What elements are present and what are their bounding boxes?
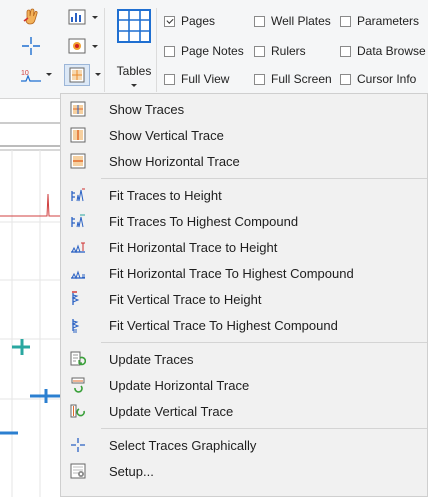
- show-horizontal-trace-icon: [69, 152, 87, 170]
- menu-item-label: Fit Vertical Trace To Highest Compound: [109, 317, 338, 333]
- menu-item-fit-traces-highest[interactable]: Fit Traces To Highest Compound: [61, 208, 427, 234]
- menu-item-label: Show Horizontal Trace: [109, 153, 240, 169]
- menu-item-show-horizontal-trace[interactable]: Show Horizontal Trace: [61, 148, 427, 174]
- data-browser-checkbox[interactable]: Data Browse: [340, 44, 426, 58]
- full-screen-checkbox[interactable]: Full Screen: [254, 72, 332, 86]
- chevron-down-icon[interactable]: [46, 73, 52, 76]
- menu-item-fit-horizontal-height[interactable]: Fit Horizontal Trace to Height: [61, 234, 427, 260]
- menu-item-label: Fit Traces to Height: [109, 187, 222, 203]
- ribbon-divider: [156, 8, 157, 92]
- traces-dropdown-menu: Show Traces Show Vertical Trace Show Hor…: [60, 93, 428, 497]
- checkbox-label: Pages: [181, 14, 216, 28]
- menu-item-fit-horizontal-highest[interactable]: Fit Horizontal Trace To Highest Compound: [61, 260, 427, 286]
- checkbox-label: Cursor Info: [357, 72, 417, 86]
- color-map-icon[interactable]: [67, 37, 87, 55]
- fit-horizontal-height-icon: [69, 238, 87, 256]
- menu-item-label: Setup...: [109, 463, 154, 479]
- menu-item-setup[interactable]: Setup...: [61, 458, 427, 484]
- menu-item-update-horizontal[interactable]: Update Horizontal Trace: [61, 372, 427, 398]
- crosshair-icon[interactable]: [20, 35, 42, 57]
- menu-item-label: Update Vertical Trace: [109, 403, 234, 419]
- menu-item-label: Show Traces: [109, 101, 185, 117]
- menu-item-label: Update Traces: [109, 351, 194, 367]
- fit-vertical-highest-icon: [69, 316, 87, 334]
- show-traces-icon: [69, 100, 87, 118]
- menu-item-show-vertical-trace[interactable]: Show Vertical Trace: [61, 122, 427, 148]
- update-traces-icon: [69, 350, 87, 368]
- checkbox-box[interactable]: [340, 15, 351, 27]
- show-vertical-trace-icon: [69, 126, 87, 144]
- update-vertical-icon: [69, 402, 87, 420]
- menu-item-label: Fit Vertical Trace to Height: [109, 291, 262, 307]
- chart-layout-icon[interactable]: [67, 8, 87, 26]
- page-notes-checkbox[interactable]: Page Notes: [164, 44, 244, 58]
- fit-traces-height-icon: [69, 186, 87, 204]
- menu-separator: [101, 428, 427, 429]
- menu-item-fit-vertical-height[interactable]: Fit Vertical Trace to Height: [61, 286, 427, 312]
- chevron-down-icon[interactable]: [92, 45, 98, 48]
- fit-horizontal-highest-icon: [69, 264, 87, 282]
- chevron-down-icon[interactable]: [95, 73, 101, 76]
- checkbox-box[interactable]: [254, 73, 265, 85]
- checkbox-box[interactable]: [164, 73, 175, 85]
- menu-separator: [101, 342, 427, 343]
- checkbox-label: Rulers: [271, 44, 306, 58]
- trace-view-visible-strip: [0, 122, 60, 497]
- tables-label: Tables: [116, 64, 152, 78]
- menu-item-label: Select Traces Graphically: [109, 437, 257, 453]
- app-window: 10 Tables Pages Well Plates Parameters P…: [0, 0, 428, 497]
- pan-hand-icon[interactable]: [20, 6, 42, 28]
- menu-item-label: Fit Horizontal Trace To Highest Compound: [109, 265, 354, 281]
- menu-item-label: Fit Horizontal Trace to Height: [109, 239, 278, 255]
- crosshair-icon: [69, 436, 87, 454]
- chevron-down-icon[interactable]: [92, 16, 98, 19]
- checkbox-box[interactable]: [340, 73, 351, 85]
- menu-item-fit-traces-height[interactable]: Fit Traces to Height: [61, 182, 427, 208]
- checkbox-label: Page Notes: [181, 44, 244, 58]
- menu-item-select-traces-graphically[interactable]: Select Traces Graphically: [61, 432, 427, 458]
- checkbox-box[interactable]: [164, 45, 175, 57]
- chevron-down-icon: [131, 84, 137, 87]
- checkbox-box[interactable]: [254, 15, 265, 27]
- checkbox-label: Full View: [181, 72, 230, 86]
- full-view-checkbox[interactable]: Full View: [164, 72, 229, 86]
- update-horizontal-icon: [69, 376, 87, 394]
- tables-button[interactable]: Tables: [111, 6, 157, 94]
- menu-item-show-traces[interactable]: Show Traces: [61, 96, 427, 122]
- fit-vertical-height-icon: [69, 290, 87, 308]
- checkbox-box[interactable]: [164, 15, 175, 27]
- menu-item-fit-vertical-highest[interactable]: Fit Vertical Trace To Highest Compound: [61, 312, 427, 338]
- menu-separator: [101, 178, 427, 179]
- menu-item-label: Show Vertical Trace: [109, 127, 224, 143]
- checkbox-label: Well Plates: [271, 14, 331, 28]
- menu-item-label: Update Horizontal Trace: [109, 377, 250, 393]
- traces-menu-button[interactable]: [64, 64, 101, 86]
- parameters-checkbox[interactable]: Parameters: [340, 14, 419, 28]
- well-plates-checkbox[interactable]: Well Plates: [254, 14, 331, 28]
- checkbox-box[interactable]: [340, 45, 351, 57]
- setup-icon: [69, 462, 87, 480]
- ribbon-divider: [104, 8, 105, 92]
- checkbox-label: Parameters: [357, 14, 420, 28]
- ribbon: 10 Tables Pages Well Plates Parameters P…: [0, 0, 428, 99]
- checkbox-label: Data Browse: [357, 44, 426, 58]
- tables-icon: [116, 8, 152, 44]
- checkbox-label: Full Screen: [271, 72, 332, 86]
- rulers-checkbox[interactable]: Rulers: [254, 44, 306, 58]
- menu-item-label: Fit Traces To Highest Compound: [109, 213, 299, 229]
- fit-traces-highest-icon: [69, 212, 87, 230]
- peak-label-icon[interactable]: 10: [20, 65, 42, 85]
- cursor-info-checkbox[interactable]: Cursor Info: [340, 72, 416, 86]
- menu-item-update-vertical[interactable]: Update Vertical Trace: [61, 398, 427, 424]
- checkbox-box[interactable]: [254, 45, 265, 57]
- menu-item-update-traces[interactable]: Update Traces: [61, 346, 427, 372]
- pages-checkbox[interactable]: Pages: [164, 14, 215, 28]
